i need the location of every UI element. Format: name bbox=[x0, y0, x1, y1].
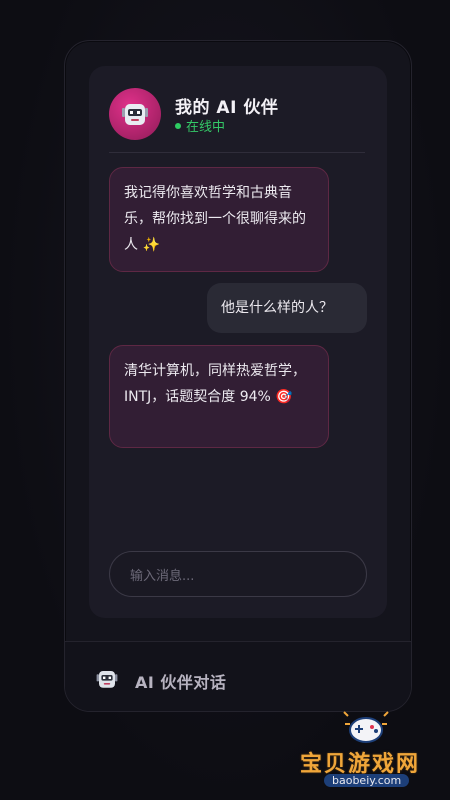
app-screen: 我的 AI 伙伴 在线中 我记得你喜欢哲学和古典音乐，帮你找到一个很聊得来的人 … bbox=[0, 0, 450, 800]
message-input[interactable]: 输入消息... bbox=[109, 551, 367, 597]
watermark-url: baobeiy.com bbox=[324, 774, 410, 787]
online-status: 在线中 bbox=[175, 116, 225, 135]
robot-icon bbox=[122, 104, 148, 125]
phone-frame: 我的 AI 伙伴 在线中 我记得你喜欢哲学和古典音乐，帮你找到一个很聊得来的人 … bbox=[64, 40, 412, 712]
robot-icon bbox=[96, 671, 118, 688]
watermark: 宝贝游戏网 baobeiy.com bbox=[292, 710, 442, 790]
ai-message: 清华计算机，同样热爱哲学，INTJ，话题契合度 94% 🎯 bbox=[109, 345, 329, 448]
companion-avatar[interactable] bbox=[109, 88, 161, 140]
ai-message: 我记得你喜欢哲学和古典音乐，帮你找到一个很聊得来的人 ✨ bbox=[109, 167, 329, 272]
status-text: 在线中 bbox=[186, 120, 226, 135]
online-dot-icon bbox=[175, 122, 181, 129]
tab-ai-companion-chat[interactable]: AI 伙伴对话 bbox=[135, 669, 226, 693]
gamepad-icon bbox=[343, 711, 389, 743]
chat-header: 我的 AI 伙伴 在线中 bbox=[89, 66, 387, 152]
chat-card: 我的 AI 伙伴 在线中 我记得你喜欢哲学和古典音乐，帮你找到一个很聊得来的人 … bbox=[89, 66, 387, 618]
message-input-placeholder: 输入消息... bbox=[130, 568, 195, 584]
bottom-bar: AI 伙伴对话 bbox=[65, 641, 411, 711]
user-message: 他是什么样的人？ bbox=[207, 283, 367, 333]
header-divider bbox=[109, 152, 365, 153]
companion-name: 我的 AI 伙伴 bbox=[175, 98, 279, 118]
